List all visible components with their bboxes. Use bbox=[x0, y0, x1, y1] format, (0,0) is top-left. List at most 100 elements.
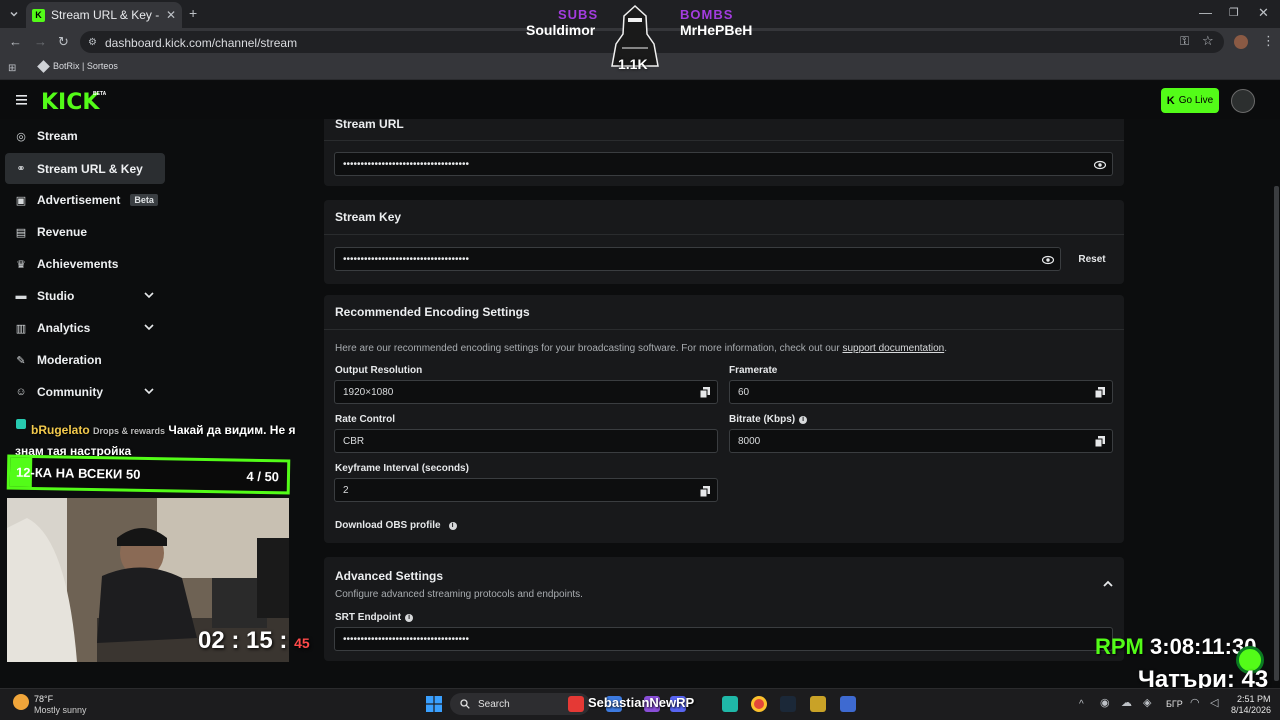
ad-icon: ▣ bbox=[15, 194, 27, 207]
subs-name: Souldimor bbox=[526, 22, 596, 38]
weather-desc[interactable]: Mostly sunny bbox=[34, 705, 87, 715]
divider bbox=[324, 329, 1124, 330]
minimize-icon[interactable]: — bbox=[1199, 6, 1212, 19]
sidebar-item-community[interactable]: ☺ Community bbox=[5, 377, 165, 407]
hamburger-menu-icon[interactable] bbox=[16, 95, 27, 105]
page-scrollbar[interactable] bbox=[1274, 186, 1279, 681]
weather-sun-icon[interactable] bbox=[13, 694, 29, 710]
bitrate-field[interactable]: 8000 bbox=[729, 429, 1113, 453]
output-resolution-field[interactable]: 1920×1080 bbox=[334, 380, 718, 404]
sidebar-item-analytics[interactable]: ▥ Analytics bbox=[5, 313, 165, 343]
audio-app-icon[interactable] bbox=[722, 696, 738, 712]
copy-icon[interactable] bbox=[700, 486, 710, 497]
wifi-icon[interactable]: ◠ bbox=[1190, 697, 1200, 710]
tab-search-icon[interactable] bbox=[8, 8, 20, 20]
back-icon[interactable]: ← bbox=[9, 35, 22, 48]
copy-icon[interactable] bbox=[700, 387, 710, 398]
timer-main: 02 : 15 : bbox=[198, 627, 288, 654]
srt-endpoint-label: SRT Endpoint i bbox=[335, 612, 414, 623]
chat-username: bRugelato bbox=[31, 423, 90, 437]
browser-tab-active[interactable]: K Stream URL & Key - Kick Dashb ✕ bbox=[26, 2, 182, 28]
rpm-counter: RPM 3:08:11:30 bbox=[1095, 634, 1256, 660]
download-obs-profile[interactable]: Download OBS profile i bbox=[335, 520, 457, 531]
steam-app-icon[interactable] bbox=[780, 696, 796, 712]
tray-app-icon[interactable]: ◉ bbox=[1100, 697, 1110, 710]
framerate-label: Framerate bbox=[729, 365, 778, 376]
sidebar-item-label: Stream bbox=[37, 129, 78, 143]
timer-seconds: 45 bbox=[294, 635, 310, 651]
stream-timer: 02 : 15 : 45 bbox=[198, 627, 310, 655]
tab-close-icon[interactable]: ✕ bbox=[166, 8, 176, 22]
reset-key-button[interactable]: Reset bbox=[1071, 247, 1113, 271]
youtube-app-icon[interactable] bbox=[568, 696, 584, 712]
sidebar-item-achievements[interactable]: ♛ Achievements bbox=[5, 249, 165, 279]
encoding-description-text: Here are our recommended encoding settin… bbox=[335, 343, 840, 354]
go-live-button[interactable]: K Go Live bbox=[1161, 88, 1219, 113]
framerate-field[interactable]: 60 bbox=[729, 380, 1113, 404]
download-obs-label: Download OBS profile bbox=[335, 520, 441, 531]
password-key-icon[interactable]: ⚿ bbox=[1180, 35, 1189, 48]
language-indicator[interactable]: БГР bbox=[1166, 699, 1183, 709]
people-icon: ☺ bbox=[15, 386, 27, 398]
sidebar-item-label: Studio bbox=[37, 289, 75, 303]
kick-logo[interactable]: KICK bbox=[41, 90, 99, 115]
show-eye-icon[interactable] bbox=[1042, 254, 1054, 266]
app-icon[interactable] bbox=[810, 696, 826, 712]
tray-cloud-icon[interactable]: ☁ bbox=[1121, 697, 1132, 710]
clock-date[interactable]: 8/14/2026 bbox=[1231, 705, 1271, 715]
volume-icon[interactable]: ◁ bbox=[1210, 697, 1218, 710]
new-tab-icon[interactable]: + bbox=[189, 6, 197, 20]
forward-icon[interactable]: → bbox=[34, 35, 47, 48]
info-icon[interactable]: i bbox=[448, 522, 457, 530]
window-close-icon[interactable]: ✕ bbox=[1258, 6, 1269, 19]
copy-icon[interactable] bbox=[1095, 387, 1105, 398]
sidebar-item-stream[interactable]: ◎ Stream bbox=[5, 121, 165, 151]
sidebar-item-label: Advertisement bbox=[37, 193, 121, 207]
keyframe-field[interactable]: 2 bbox=[334, 478, 718, 502]
bookmark-botrix[interactable]: BotRix | Sorteos bbox=[37, 59, 118, 73]
tray-app-icon[interactable]: ◈ bbox=[1143, 697, 1151, 710]
app-icon[interactable] bbox=[840, 696, 856, 712]
sidebar-item-stream-url-key[interactable]: ⚭ Stream URL & Key bbox=[5, 153, 165, 184]
reload-icon[interactable]: ↻ bbox=[58, 35, 69, 48]
sidebar-item-studio[interactable]: ▬ Studio bbox=[5, 281, 165, 311]
description-period: . bbox=[944, 343, 947, 354]
sidebar-item-label: Achievements bbox=[37, 257, 119, 271]
chrome-app-icon[interactable] bbox=[751, 696, 767, 712]
maximize-icon[interactable]: ❐ bbox=[1229, 7, 1239, 20]
tray-chevron-up-icon[interactable]: ^ bbox=[1079, 698, 1084, 711]
sidebar-item-label: Analytics bbox=[37, 321, 91, 335]
advanced-description: Configure advanced streaming protocols a… bbox=[335, 589, 583, 600]
stream-url-field[interactable]: •••••••••••••••••••••••••••••••••••• bbox=[334, 152, 1113, 176]
weather-temp[interactable]: 78°F bbox=[34, 694, 53, 704]
info-icon[interactable]: i bbox=[799, 416, 808, 424]
sidebar-item-label: Stream URL & Key bbox=[37, 161, 143, 176]
go-live-label: Go Live bbox=[1178, 95, 1214, 106]
profile-avatar-icon[interactable] bbox=[1234, 35, 1248, 49]
encoding-title: Recommended Encoding Settings bbox=[335, 305, 530, 319]
site-info-icon[interactable]: ⚙ bbox=[88, 36, 97, 49]
stream-key-field[interactable]: •••••••••••••••••••••••••••••••••••• bbox=[334, 247, 1061, 271]
srt-endpoint-field[interactable]: •••••••••••••••••••••••••••••••••••• bbox=[334, 627, 1113, 651]
bookmark-star-icon[interactable]: ☆ bbox=[1202, 34, 1214, 47]
sidebar-item-revenue[interactable]: ▤ Revenue bbox=[5, 217, 165, 247]
rate-control-field[interactable]: CBR bbox=[334, 429, 718, 453]
user-avatar[interactable] bbox=[1231, 89, 1255, 113]
support-documentation-link[interactable]: support documentation bbox=[842, 343, 944, 354]
sidebar-item-advertisement[interactable]: ▣ Advertisement Beta bbox=[5, 185, 165, 215]
info-icon[interactable]: i bbox=[405, 614, 414, 622]
overlay-count: 1.1K bbox=[618, 56, 648, 72]
stream-key-value: •••••••••••••••••••••••••••••••••••• bbox=[343, 253, 470, 265]
apps-grid-icon[interactable]: ⊞ bbox=[8, 62, 16, 75]
copy-icon[interactable] bbox=[1095, 436, 1105, 447]
rate-control-label: Rate Control bbox=[335, 414, 395, 425]
windows-start-icon[interactable] bbox=[426, 696, 442, 712]
stream-key-title: Stream Key bbox=[335, 210, 402, 224]
url-text[interactable]: dashboard.kick.com/channel/stream bbox=[105, 36, 297, 50]
menu-dots-icon[interactable]: ⋮ bbox=[1262, 34, 1275, 47]
chevron-up-icon[interactable] bbox=[1102, 579, 1114, 589]
wrench-icon: ✎ bbox=[16, 354, 26, 367]
show-eye-icon[interactable] bbox=[1094, 159, 1106, 171]
sidebar-item-moderation[interactable]: ✎ Moderation bbox=[5, 345, 165, 375]
clock-time[interactable]: 2:51 PM bbox=[1237, 694, 1271, 704]
